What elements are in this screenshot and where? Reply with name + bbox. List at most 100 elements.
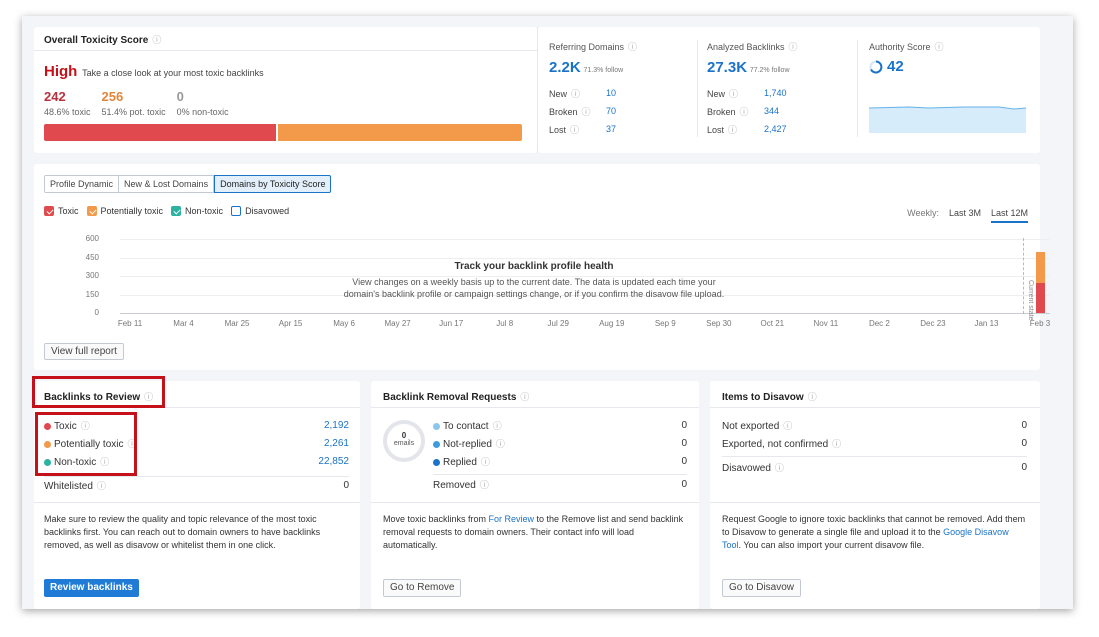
review-row-value[interactable]: 22,852 — [318, 456, 349, 467]
analyzed-backlinks: Analyzed Backlinks ⓘ 27.3K 77.2% follow N… — [707, 40, 852, 138]
info-icon[interactable]: ⓘ — [808, 392, 817, 402]
grid-line — [120, 239, 1050, 240]
y-tick-label: 0 — [94, 308, 99, 317]
grid-line — [120, 313, 1050, 314]
legend-disavowed[interactable]: Disavowed — [231, 206, 289, 216]
legend-toxic[interactable]: Toxic — [44, 206, 79, 216]
toxicity-counts: 242 48.6% toxic 256 51.4% pot. toxic 0 0% non… — [44, 89, 229, 117]
removal-title: Backlink Removal Requests ⓘ — [383, 392, 530, 403]
authority-score-value: 42 — [887, 58, 904, 75]
bar-toxic[interactable] — [1036, 283, 1045, 313]
toxicity-count-value[interactable]: 0 — [177, 89, 229, 104]
removal-row-value: 0 — [681, 456, 687, 467]
info-icon[interactable]: ⓘ — [582, 107, 591, 117]
x-tick-label: Aug 19 — [599, 319, 625, 328]
info-icon[interactable]: ⓘ — [481, 457, 490, 467]
x-tick-label: Jan 13 — [974, 319, 999, 328]
removed-row: Removed ⓘ 0 — [433, 479, 687, 491]
y-tick-label: 150 — [85, 289, 99, 299]
disavow-card: Items to Disavow ⓘ Not exported ⓘ 0 Exported… — [710, 381, 1040, 609]
x-tick-label: Mar 4 — [173, 319, 194, 328]
tab-new-lost-domains[interactable]: New & Lost Domains — [119, 175, 215, 193]
checkbox-icon[interactable] — [86, 206, 97, 216]
authority-ring-icon — [869, 60, 883, 73]
x-tick-label: Nov 11 — [813, 319, 839, 328]
x-tick-label: Dec 23 — [920, 319, 946, 328]
referring-value-broken[interactable]: 70 — [606, 106, 616, 116]
whitelisted-row: Whitelisted ⓘ 0 — [44, 480, 349, 492]
toxicity-bar — [44, 124, 522, 141]
x-tick-label: May 27 — [384, 319, 411, 328]
review-row-value[interactable]: 2,261 — [324, 438, 349, 449]
toxicity-count: 0 0% non-toxic — [177, 89, 229, 117]
review-backlinks-button[interactable]: Review backlinks — [44, 579, 139, 597]
toxicity-count-value[interactable]: 242 — [44, 89, 91, 104]
highlight-review-rows — [35, 412, 137, 476]
toxicity-count-label: 51.4% pot. toxic — [101, 107, 166, 117]
current-state-marker: Current state — [1023, 238, 1035, 320]
x-tick-label: Jul 29 — [547, 319, 569, 328]
chart-tabs: Profile Dynamic New & Lost Domains Domai… — [44, 175, 332, 193]
analyzed-backlinks-value[interactable]: 27.3K — [707, 59, 747, 76]
info-icon[interactable]: ⓘ — [152, 35, 161, 45]
removal-card: Backlink Removal Requests ⓘ 0 emails To c… — [371, 381, 699, 609]
analyzed-row-broken: Broken ⓘ 344 — [707, 106, 780, 117]
metrics-card: Referring Domains ⓘ 2.2K 71.3% follow New… — [537, 27, 1040, 153]
period-last-12m[interactable]: Last 12M — [990, 208, 1028, 223]
referring-value-new[interactable]: 10 — [606, 88, 616, 98]
removed-value: 0 — [681, 479, 687, 490]
analyzed-value-new[interactable]: 1,740 — [764, 88, 787, 98]
toxicity-count-value[interactable]: 256 — [102, 89, 166, 104]
info-icon[interactable]: ⓘ — [97, 481, 106, 491]
info-icon[interactable]: ⓘ — [789, 42, 798, 52]
go-to-disavow-button[interactable]: Go to Disavow — [722, 579, 802, 597]
legend-potentially-toxic[interactable]: Potentially toxic — [86, 206, 163, 216]
info-icon[interactable]: ⓘ — [740, 107, 749, 117]
info-icon[interactable]: ⓘ — [729, 89, 738, 99]
bar-potentially-toxic[interactable] — [1036, 251, 1045, 284]
empty-state-title: Track your backlink profile health — [454, 261, 614, 272]
toxicity-card: Overall Toxicity Score ⓘ High Take a clos… — [34, 27, 537, 153]
tab-profile-dynamic[interactable]: Profile Dynamic — [44, 175, 120, 193]
toxicity-bar-potential — [278, 124, 522, 141]
x-tick-label: Sep 9 — [654, 319, 676, 328]
info-icon[interactable]: ⓘ — [520, 392, 529, 402]
disavow-row-value: 0 — [1021, 438, 1027, 449]
info-icon[interactable]: ⓘ — [728, 125, 737, 135]
info-icon[interactable]: ⓘ — [480, 480, 489, 490]
backlink-audit-frame: Overall Toxicity Score ⓘ High Take a clos… — [22, 16, 1073, 609]
y-tick-label: 300 — [85, 271, 99, 280]
referring-value-lost[interactable]: 37 — [606, 124, 616, 134]
referring-row-lost: Lost ⓘ 37 — [549, 124, 617, 135]
tab-domains-by-toxicity[interactable]: Domains by Toxicity Score — [214, 175, 332, 193]
info-icon[interactable]: ⓘ — [628, 42, 637, 52]
grid-line — [120, 257, 1050, 259]
for-review-link[interactable]: For Review — [489, 514, 535, 524]
period-last-3m[interactable]: Last 3M — [949, 208, 981, 223]
toxicity-count: 242 48.6% toxic — [44, 89, 91, 117]
info-icon[interactable]: ⓘ — [783, 421, 792, 431]
info-icon[interactable]: ⓘ — [832, 439, 841, 449]
info-icon[interactable]: ⓘ — [493, 421, 502, 431]
referring-domains-value[interactable]: 2.2K — [549, 59, 581, 76]
legend-non-toxic[interactable]: Non-toxic — [171, 206, 223, 216]
info-icon[interactable]: ⓘ — [571, 89, 580, 99]
checkbox-icon[interactable] — [44, 206, 54, 216]
info-icon[interactable]: ⓘ — [570, 125, 579, 135]
removal-row-value: 0 — [681, 420, 687, 431]
toxicity-count-label: 48.6% toxic — [44, 107, 91, 117]
checkbox-icon[interactable] — [171, 206, 182, 216]
toxicity-count-label: 0% non-toxic — [176, 107, 229, 117]
checkbox-icon[interactable] — [231, 206, 242, 216]
go-to-remove-button[interactable]: Go to Remove — [383, 579, 462, 597]
disavow-desc: Request Google to ignore toxic backlinks… — [722, 514, 1026, 550]
analyzed-value-broken[interactable]: 344 — [764, 106, 779, 116]
info-icon[interactable]: ⓘ — [496, 439, 505, 449]
analyzed-value-lost[interactable]: 2,427 — [764, 124, 787, 134]
x-tick-label: Feb 11 — [117, 319, 143, 328]
review-row-value[interactable]: 2,192 — [324, 420, 349, 431]
info-icon[interactable]: ⓘ — [935, 42, 944, 52]
view-full-report-button[interactable]: View full report — [44, 343, 124, 360]
chart-legend: Toxic Potentially toxic Non-toxic Disavowed — [44, 206, 289, 216]
info-icon[interactable]: ⓘ — [775, 463, 784, 473]
